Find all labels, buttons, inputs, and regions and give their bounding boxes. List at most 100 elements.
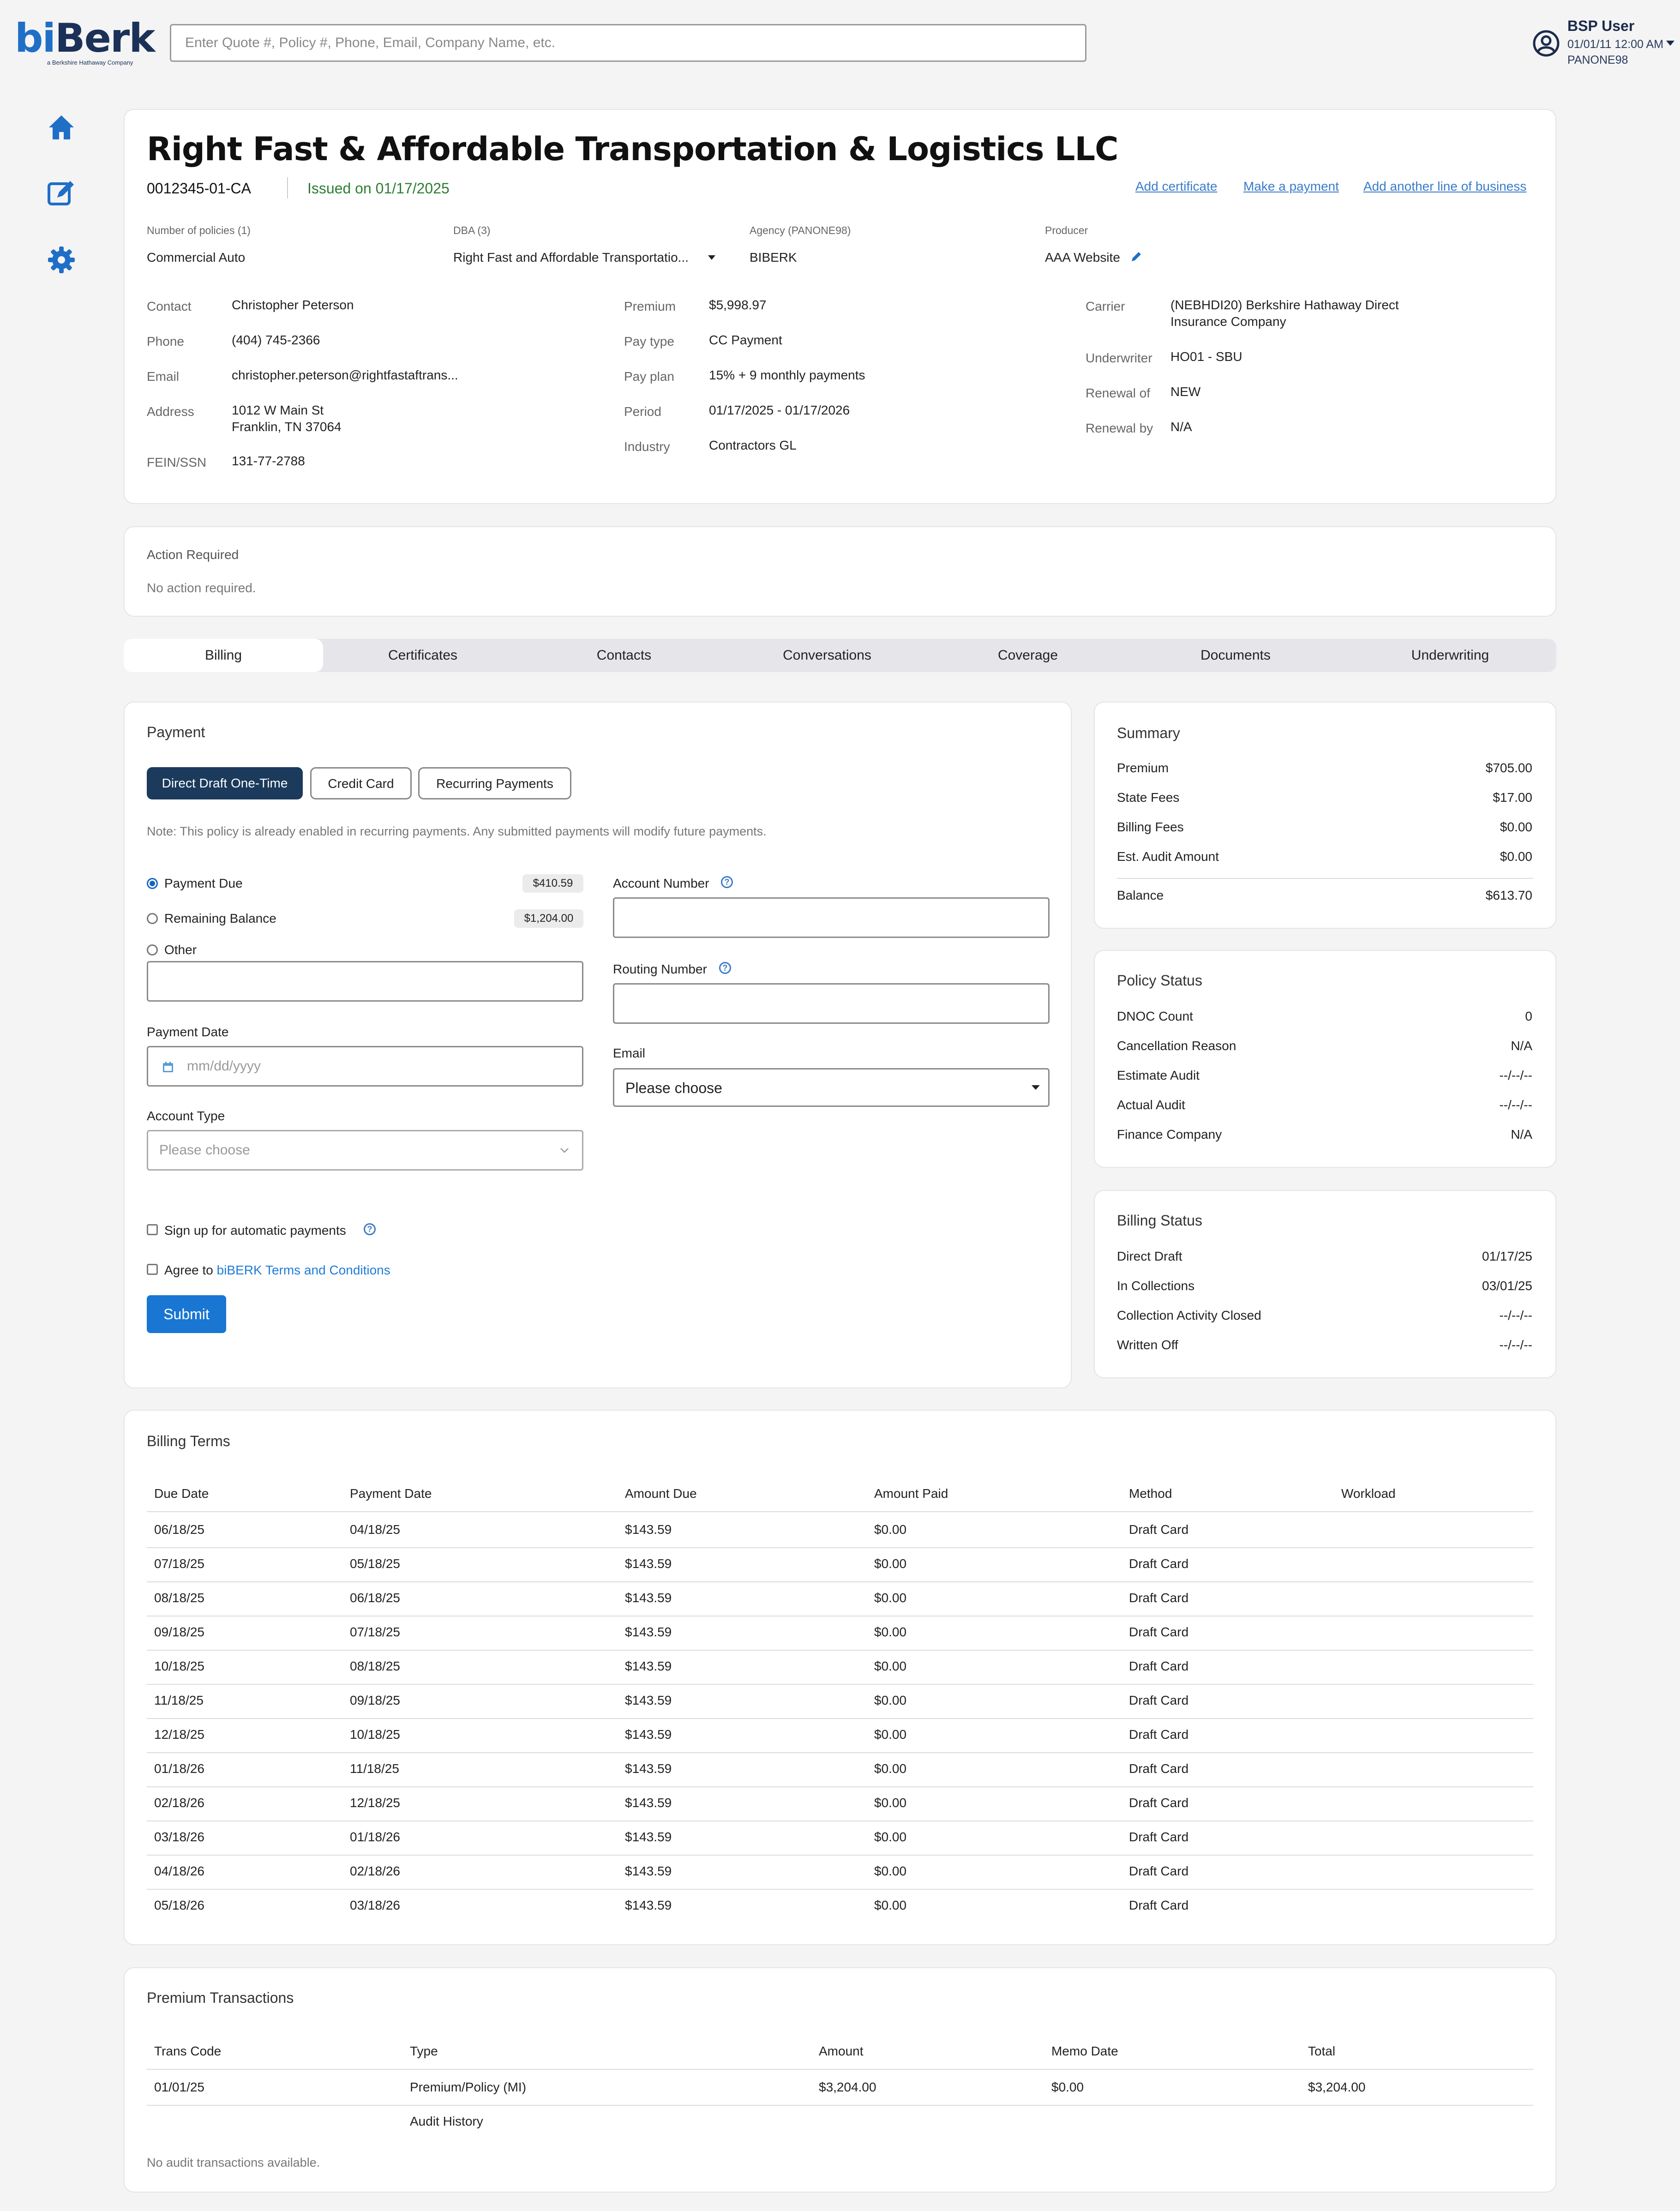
renewal-by-value: N/A: [1170, 420, 1192, 434]
tab-certificates[interactable]: Certificates: [323, 639, 522, 672]
edit-icon[interactable]: [46, 178, 77, 209]
other-radio[interactable]: [147, 944, 158, 955]
billing-terms-cell: $0.00: [874, 1898, 907, 1912]
payment-due-radio[interactable]: [147, 878, 158, 889]
billing-status-title: Billing Status: [1117, 1212, 1202, 1229]
recurring-payments-button[interactable]: Recurring Payments: [418, 767, 571, 799]
premium-transactions-cell: $3,204.00: [819, 2080, 876, 2094]
routing-number-input[interactable]: [613, 983, 1050, 1024]
account-type-placeholder: Please choose: [159, 1142, 250, 1158]
billing-terms-cell: 01/18/26: [154, 1761, 204, 1776]
billing-terms-cell: $143.59: [625, 1556, 672, 1571]
table-divider: [147, 1547, 1533, 1548]
balance-label: Balance: [1117, 888, 1164, 902]
premium-key: Premium: [624, 299, 676, 313]
tab-conversations[interactable]: Conversations: [726, 639, 929, 672]
make-payment-link[interactable]: Make a payment: [1243, 179, 1339, 194]
company-name: Right Fast & Affordable Transportation &…: [147, 130, 1118, 168]
billing-terms-cell: 10/18/25: [350, 1727, 400, 1742]
other-label: Other: [164, 943, 197, 957]
account-type-select[interactable]: Please choose: [147, 1130, 583, 1171]
billing-terms-cell: $0.00: [874, 1659, 907, 1673]
pencil-icon[interactable]: [1130, 250, 1143, 263]
premium-transactions-header: Type: [410, 2044, 438, 2058]
billing-terms-title: Billing Terms: [147, 1433, 230, 1449]
address-line-2: Franklin, TN 37064: [232, 420, 342, 434]
billing-terms-cell: Draft Card: [1129, 1591, 1189, 1605]
issued-status: Issued on 01/17/2025: [307, 180, 450, 197]
tab-documents[interactable]: Documents: [1127, 639, 1344, 672]
billing-terms-cell: $0.00: [874, 1796, 907, 1810]
billing-terms-cell: Draft Card: [1129, 1522, 1189, 1537]
dba-dropdown[interactable]: Right Fast and Affordable Transportatio.…: [453, 250, 689, 265]
pay-plan-key: Pay plan: [624, 369, 674, 384]
auto-payments-checkbox[interactable]: [147, 1224, 158, 1235]
billing-terms-cell: $0.00: [874, 1864, 907, 1878]
industry-value: Contractors GL: [709, 438, 797, 452]
terms-link[interactable]: biBERK Terms and Conditions: [217, 1263, 390, 1277]
period-value: 01/17/2025 - 01/17/2026: [709, 403, 850, 417]
email-select[interactable]: Please choose: [613, 1068, 1050, 1107]
policy-status-label: DNOC Count: [1117, 1009, 1193, 1023]
billing-terms-header: Amount Paid: [874, 1486, 948, 1501]
policy-status-value: 0: [1525, 1009, 1532, 1023]
chevron-down-icon[interactable]: [708, 255, 715, 260]
help-icon[interactable]: ?: [719, 962, 731, 974]
remaining-balance-radio[interactable]: [147, 913, 158, 924]
email-key: Email: [147, 369, 180, 384]
billing-terms-cell: $143.59: [625, 1898, 672, 1912]
logo-wordmark: biBerk: [15, 15, 156, 61]
other-amount-input[interactable]: [147, 961, 583, 1002]
billing-status-value: 01/17/25: [1482, 1249, 1532, 1263]
agree-terms-checkbox[interactable]: [147, 1264, 158, 1275]
billing-terms-cell: $0.00: [874, 1761, 907, 1776]
submit-button[interactable]: Submit: [147, 1295, 226, 1333]
biberk-logo[interactable]: biBerk a Berkshire Hathaway Company: [15, 15, 156, 66]
summary-divider: [1117, 878, 1533, 879]
producer-label: Producer: [1045, 224, 1088, 236]
search-input[interactable]: [170, 24, 1086, 62]
billing-terms-cell: 04/18/26: [154, 1864, 204, 1878]
billing-terms-cell: $143.59: [625, 1796, 672, 1810]
add-certificate-link[interactable]: Add certificate: [1135, 179, 1217, 194]
tab-underwriting[interactable]: Underwriting: [1344, 639, 1556, 672]
producer-value: AAA Website: [1045, 250, 1120, 264]
phone-key: Phone: [147, 334, 184, 348]
help-icon[interactable]: ?: [364, 1223, 376, 1235]
carrier-line-2: Insurance Company: [1170, 314, 1286, 329]
billing-terms-cell: 06/18/25: [350, 1591, 400, 1605]
help-icon[interactable]: ?: [721, 876, 733, 888]
billing-terms-cell: $0.00: [874, 1625, 907, 1639]
remaining-balance-amount: $1,204.00: [514, 909, 583, 928]
policies-label: Number of policies (1): [147, 224, 251, 236]
premium-transactions-title: Premium Transactions: [147, 1989, 294, 2006]
billing-terms-cell: $0.00: [874, 1522, 907, 1537]
user-agency: PANONE98: [1567, 54, 1628, 66]
account-number-input[interactable]: [613, 897, 1050, 938]
agency-value: BIBERK: [750, 250, 797, 264]
credit-card-button[interactable]: Credit Card: [310, 767, 412, 799]
direct-draft-button[interactable]: Direct Draft One-Time: [147, 767, 303, 799]
gear-icon[interactable]: [46, 245, 77, 275]
home-icon[interactable]: [46, 113, 77, 143]
tab-contacts[interactable]: Contacts: [522, 639, 726, 672]
chevron-down-icon[interactable]: [1666, 41, 1674, 46]
billing-terms-cell: 09/18/25: [350, 1693, 400, 1707]
premium-value: $5,998.97: [709, 298, 767, 312]
tab-coverage[interactable]: Coverage: [929, 639, 1127, 672]
address-key: Address: [147, 404, 194, 419]
calendar-icon: [163, 1062, 173, 1072]
user-menu[interactable]: BSP User 01/01/11 12:00 AM PANONE98: [1532, 18, 1675, 68]
tab-billing[interactable]: Billing: [124, 639, 323, 672]
renewal-by-key: Renewal by: [1086, 421, 1153, 435]
payment-date-input[interactable]: mm/dd/yyyy: [147, 1046, 583, 1087]
billing-terms-cell: 08/18/25: [350, 1659, 400, 1673]
remaining-balance-label: Remaining Balance: [164, 911, 276, 925]
table-divider: [147, 1650, 1533, 1651]
billing-terms-cell: Draft Card: [1129, 1625, 1189, 1639]
billing-terms-cell: Draft Card: [1129, 1727, 1189, 1742]
summary-row-label: Billing Fees: [1117, 820, 1184, 834]
auto-payments-label: Sign up for automatic payments: [164, 1223, 346, 1238]
user-avatar-icon: [1533, 30, 1560, 57]
add-line-of-business-link[interactable]: Add another line of business: [1363, 179, 1526, 194]
